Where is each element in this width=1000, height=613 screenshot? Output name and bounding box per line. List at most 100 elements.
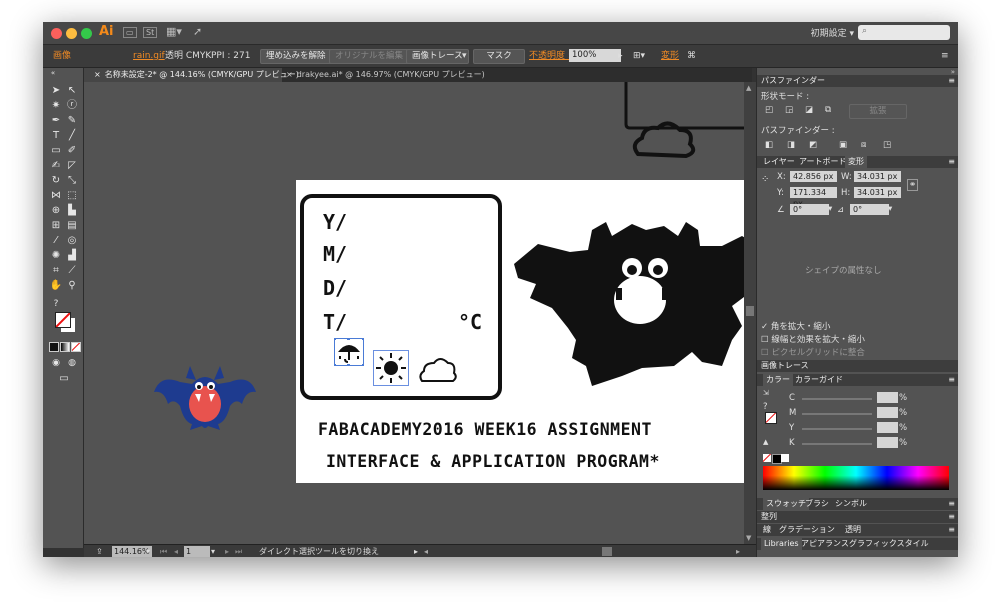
workspace-switcher[interactable]: 初期設定 ▾ [811,26,854,39]
pixel-monster-image[interactable] [514,216,776,392]
none-color-swatch[interactable] [763,454,771,462]
status-tool-hint[interactable]: ダイレクト選択ツールを切り換え [259,546,379,557]
tab-gradient[interactable]: グラデーション [779,524,835,536]
outline-icon[interactable]: ⧈ [861,140,866,150]
search-help-input[interactable]: ⌕ [858,25,950,40]
status-menu-arrow-icon[interactable]: ▸ [414,546,418,557]
x-input[interactable]: 42.856 px [790,171,837,182]
tab-appearance[interactable]: アピアランス [801,538,849,550]
line-tool-icon[interactable]: ╱ [65,129,79,142]
color-default-icon[interactable]: ⇲ [763,389,769,397]
panel-menu-icon[interactable]: ≡ [948,498,955,510]
width-tool-icon[interactable]: ⋈ [49,189,63,202]
eyedropper-tool-icon[interactable]: ⁄ [49,234,63,247]
rectangle-tool-icon[interactable]: ▭ [49,144,63,157]
edit-original-button[interactable]: オリジナルを編集 [329,49,410,64]
object-type-label[interactable]: 画像 [53,50,71,62]
isolate-icon[interactable]: ⌘ [687,50,696,62]
close-tab-icon[interactable]: × [94,70,101,79]
sun-icon[interactable] [373,350,409,386]
opacity-arrow-icon[interactable]: ▸ [618,50,623,62]
tab-layers[interactable]: レイヤー [763,156,795,168]
draw-normal-icon[interactable]: ◉ [49,357,63,370]
color-fill-stroke-icon[interactable] [765,412,777,424]
recolor-icon[interactable]: ⊞▾ [633,50,645,62]
color-mode-icon[interactable] [49,342,59,352]
c-slider[interactable] [802,398,872,400]
mask-button[interactable]: マスク [473,49,525,64]
vertical-scrollbar[interactable]: ▲ ▼ [744,82,756,544]
gradient-tool-icon[interactable]: ▤ [65,219,79,232]
screen-mode-icon[interactable]: ▭ [57,372,71,385]
curvature-tool-icon[interactable]: ✎ [65,114,79,127]
scroll-down-icon[interactable]: ▼ [746,534,751,542]
symbol-sprayer-tool-icon[interactable]: ✺ [49,249,63,262]
share-icon[interactable]: ⇪ [96,546,103,557]
scale-strokes-checkbox[interactable]: ☐ 線幅と効果を拡大・縮小 [761,333,865,345]
artboard[interactable]: Y/ M/ D/ T/ °C FABACADEMY2016 WEEK16 ASS… [296,180,780,483]
artboard-dropdown-icon[interactable]: ▾ [211,546,215,557]
image-trace-panel-header[interactable]: 画像トレース [757,360,958,372]
minus-front-icon[interactable]: ◲ [785,105,793,115]
stock-button[interactable]: St [143,25,158,39]
zoom-tool-icon[interactable]: ⚲ [65,279,79,292]
mesh-tool-icon[interactable]: ⊞ [49,219,63,232]
scroll-up-icon[interactable]: ▲ [746,84,751,92]
type-tool-icon[interactable]: T [49,129,63,142]
first-artboard-icon[interactable]: ⏮ [160,546,167,557]
perspective-grid-tool-icon[interactable]: ▙ [65,204,79,217]
reference-point-icon[interactable]: ⁘ [761,174,769,185]
hand-tool-icon[interactable]: ✋ [49,279,63,292]
gradient-mode-icon[interactable] [60,342,70,352]
collapse-toolbox-icon[interactable]: « [46,67,60,80]
m-input[interactable] [877,407,898,418]
panel-menu-icon[interactable]: ≡ [948,75,955,87]
panel-menu-icon[interactable]: ≡ [948,374,955,386]
umbrella-rain-icon[interactable] [334,338,364,366]
tab-libraries[interactable]: Libraries [761,538,802,550]
tab-symbols[interactable]: シンボル [835,498,867,510]
bridge-icon[interactable]: ▭ [123,25,137,39]
exclude-icon[interactable]: ⧉ [825,105,831,115]
tab-artboards[interactable]: アートボード [799,156,847,168]
artboard-tool-icon[interactable]: ⌗ [49,264,63,277]
trace-preset-dropdown-icon[interactable]: ▾ [462,50,467,62]
align-pixel-grid-checkbox[interactable]: ☐ ピクセルグリッドに整合 [761,346,865,358]
crop-icon[interactable]: ▣ [839,140,847,150]
zoom-window-button[interactable] [81,28,92,39]
last-artboard-icon[interactable]: ⏭ [235,546,242,557]
k-slider[interactable] [802,443,872,445]
tab-transform[interactable]: 変形 [845,156,867,168]
intersect-icon[interactable]: ◪ [805,105,813,115]
scroll-right-icon[interactable]: ▸ [736,546,740,557]
unembed-button[interactable]: 埋め込みを解除 [260,49,332,64]
shape-builder-tool-icon[interactable]: ⊕ [49,204,63,217]
k-input[interactable] [877,437,898,448]
selection-tool-icon[interactable]: ➤ [49,84,63,97]
graph-tool-icon[interactable]: ▟ [65,249,79,262]
pen-tool-icon[interactable]: ✒ [49,114,63,127]
zoom-dropdown-icon[interactable]: ▾ [146,546,150,557]
minimize-window-button[interactable] [66,28,77,39]
default-colors-icon[interactable]: ? [49,298,63,311]
opacity-label[interactable]: 不透明度 : [529,50,571,62]
panel-menu-icon[interactable]: ≡ [948,511,955,523]
scroll-thumb[interactable] [746,306,754,316]
rotate-tool-icon[interactable]: ↻ [49,174,63,187]
tab-color-guide[interactable]: カラーガイド [795,374,843,386]
h-input[interactable]: 34.031 px [854,187,901,198]
opacity-input[interactable]: 100% [569,49,621,62]
fill-stroke-swatch[interactable] [55,312,77,334]
close-tab-icon[interactable]: × [286,70,293,79]
y-color-input[interactable] [877,422,898,433]
rotate-input[interactable]: 0° [790,204,829,215]
none-mode-icon[interactable] [71,342,81,352]
scale-corners-checkbox[interactable]: ✓ 角を拡大・縮小 [761,320,830,332]
y-input[interactable]: 171.334 px [790,187,837,208]
free-transform-tool-icon[interactable]: ⬚ [65,189,79,202]
tab-graphic-styles[interactable]: グラフィックスタイル [849,538,929,550]
eraser-tool-icon[interactable]: ◸ [65,159,79,172]
tab-document-1[interactable]: × 名称未設定-2* @ 144.16% (CMYK/GPU プレビュー) [84,68,299,82]
paintbrush-tool-icon[interactable]: ✐ [65,144,79,157]
artboard-number-input[interactable]: 1 [184,546,210,557]
